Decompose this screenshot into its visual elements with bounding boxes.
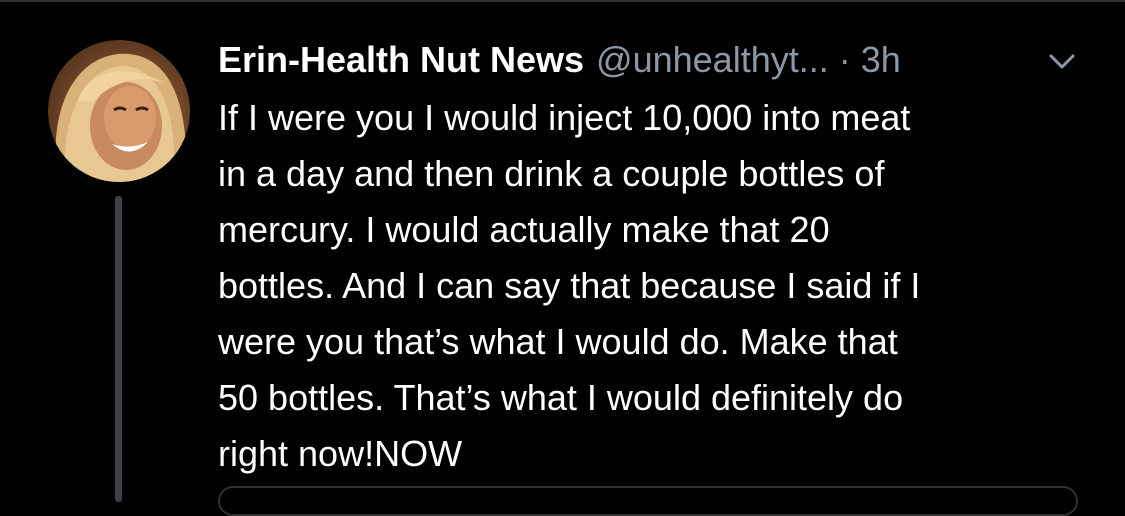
tweet-text-line: 50 bottles. That’s what I would definite…: [218, 377, 904, 418]
tweet-text-line: mercury. I would actually make that 20: [218, 209, 830, 250]
tweet-text-line: were you that’s what I would do. Make th…: [218, 321, 898, 362]
tweet-timestamp[interactable]: 3h: [861, 39, 901, 81]
avatar[interactable]: [48, 40, 190, 182]
tweet-body-text: If I were you I would inject 10,000 into…: [218, 90, 1098, 482]
quoted-card-edge[interactable]: [218, 486, 1078, 516]
tweet-header: Erin-Health Nut News @unhealthyt... · 3h: [218, 34, 901, 86]
tweet-text-line: in a day and then drink a couple bottles…: [218, 153, 885, 194]
separator-dot: ·: [838, 39, 851, 80]
author-display-name[interactable]: Erin-Health Nut News: [218, 39, 584, 81]
chevron-down-icon[interactable]: [1045, 46, 1079, 76]
author-handle[interactable]: @unhealthyt...: [596, 39, 829, 81]
tweet-text-line: If I were you I would inject 10,000 into…: [218, 97, 911, 138]
tweet-text-line: right now!NOW: [218, 433, 463, 474]
thread-connector-line: [115, 196, 122, 502]
tweet-text-line: bottles. And I can say that because I sa…: [218, 265, 921, 306]
top-divider: [0, 0, 1125, 2]
